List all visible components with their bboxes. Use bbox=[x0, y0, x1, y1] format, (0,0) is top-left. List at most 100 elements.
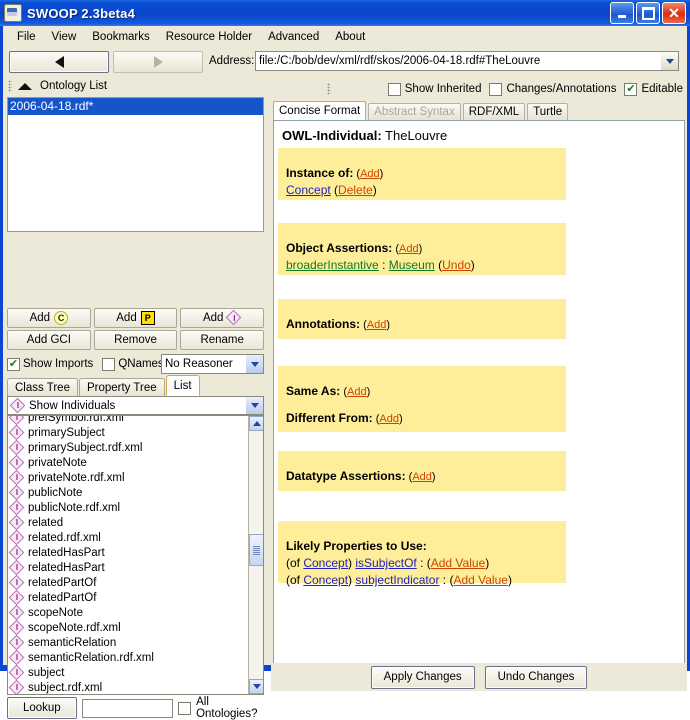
menu-advanced[interactable]: Advanced bbox=[260, 29, 327, 45]
list-item[interactable]: IprivateNote.rdf.xml bbox=[8, 470, 248, 485]
tab-concise-format[interactable]: Concise Format bbox=[273, 101, 367, 120]
tab-turtle[interactable]: Turtle bbox=[527, 103, 569, 120]
tab-rdf-xml[interactable]: RDF/XML bbox=[462, 103, 526, 120]
instance-of-add-link[interactable]: Add bbox=[360, 168, 380, 180]
likely-properties-link[interactable]: subjectIndicator bbox=[355, 573, 439, 587]
right-tab-bar: Concise Format Abstract Syntax RDF/XML T… bbox=[273, 101, 685, 120]
changes-annotations-checkbox[interactable] bbox=[489, 82, 503, 96]
show-imports-checkbox[interactable] bbox=[7, 357, 20, 371]
menu-view[interactable]: View bbox=[44, 29, 85, 45]
annotations-add-link[interactable]: Add bbox=[367, 319, 387, 331]
list-item[interactable]: Irelated.rdf.xml bbox=[8, 530, 248, 545]
likely-properties-link[interactable]: Add Value bbox=[431, 556, 486, 570]
address-field[interactable]: file:/C:/bob/dev/xml/rdf/skos/2006-04-18… bbox=[255, 51, 679, 71]
menu-about[interactable]: About bbox=[327, 29, 373, 45]
show-inherited-checkbox[interactable] bbox=[387, 82, 401, 96]
rename-button[interactable]: Rename bbox=[180, 330, 265, 350]
scroll-up-button[interactable] bbox=[249, 416, 263, 431]
datatype-assertions-title: Datatype Assertions: bbox=[286, 469, 406, 483]
qnames-checkbox[interactable] bbox=[102, 357, 116, 371]
list-item[interactable]: IprimarySubject.rdf.xml bbox=[8, 440, 248, 455]
individuals-scrollbar[interactable] bbox=[248, 416, 263, 694]
object-assertions-link[interactable]: Undo bbox=[442, 258, 471, 272]
object-assertions-link[interactable]: Museum bbox=[389, 258, 435, 272]
app-icon bbox=[4, 4, 22, 22]
list-item[interactable]: Isubject bbox=[8, 665, 248, 680]
likely-properties-link[interactable]: isSubjectOf bbox=[355, 556, 416, 570]
add-buttons-row: Add C Add P Add I bbox=[7, 308, 265, 328]
menu-bookmarks[interactable]: Bookmarks bbox=[84, 29, 158, 45]
concise-format-content: OWL-Individual: TheLouvre Instance of: (… bbox=[273, 120, 685, 665]
list-item[interactable]: IsemanticRelation bbox=[8, 635, 248, 650]
different-from-add-link[interactable]: Add bbox=[379, 413, 399, 425]
likely-properties-link[interactable]: Concept bbox=[303, 573, 348, 587]
add-class-button[interactable]: Add C bbox=[7, 308, 91, 328]
individuals-list[interactable]: IprefSymbol.rdf.xml IprimarySubject Iprima… bbox=[7, 415, 264, 695]
individual-icon: I bbox=[10, 682, 24, 694]
address-input[interactable]: file:/C:/bob/dev/xml/rdf/skos/2006-04-18… bbox=[256, 55, 661, 67]
forward-button[interactable] bbox=[113, 51, 203, 73]
list-item[interactable]: IpublicNote.rdf.xml bbox=[8, 500, 248, 515]
minimize-icon[interactable] bbox=[610, 2, 634, 24]
ontology-list[interactable]: 2006-04-18.rdf* bbox=[7, 97, 264, 232]
likely-properties-link[interactable]: Add Value bbox=[453, 573, 508, 587]
menu-bar: File View Bookmarks Resource Holder Adva… bbox=[3, 26, 687, 48]
list-item-label: publicNote.rdf.xml bbox=[28, 501, 121, 514]
list-item-label: scopeNote bbox=[28, 606, 83, 619]
list-item[interactable]: IpublicNote bbox=[8, 485, 248, 500]
list-item[interactable]: Isubject.rdf.xml bbox=[8, 680, 248, 694]
lookup-input[interactable] bbox=[81, 698, 174, 718]
tab-class-tree[interactable]: Class Tree bbox=[7, 378, 78, 396]
address-dropdown-button[interactable] bbox=[661, 52, 678, 70]
object-assertions-add-link[interactable]: Add bbox=[399, 243, 419, 255]
list-item[interactable]: IrelatedPartOf bbox=[8, 590, 248, 605]
list-item[interactable]: IprimarySubject bbox=[8, 425, 248, 440]
tab-list[interactable]: List bbox=[165, 375, 200, 396]
all-ontologies-checkbox[interactable] bbox=[178, 701, 192, 715]
list-item[interactable]: Irelated bbox=[8, 515, 248, 530]
menu-file[interactable]: File bbox=[9, 29, 44, 45]
instance-of-link[interactable]: Concept bbox=[286, 183, 331, 197]
object-assertions-link[interactable]: broaderInstantive bbox=[286, 258, 379, 272]
menu-resource-holder[interactable]: Resource Holder bbox=[158, 29, 260, 45]
remove-button[interactable]: Remove bbox=[93, 330, 178, 350]
apply-changes-button[interactable]: Apply Changes bbox=[370, 665, 475, 689]
add-individual-button[interactable]: Add I bbox=[180, 308, 265, 328]
lookup-button[interactable]: Lookup bbox=[7, 697, 77, 719]
likely-properties-link[interactable]: Concept bbox=[303, 556, 348, 570]
entity-filter-select[interactable]: I Show Individuals bbox=[7, 396, 264, 415]
editable-option[interactable]: Editable bbox=[624, 82, 683, 96]
list-item[interactable]: IrelatedPartOf bbox=[8, 575, 248, 590]
add-property-button[interactable]: Add P bbox=[93, 308, 178, 328]
add-gci-button[interactable]: Add GCI bbox=[7, 330, 91, 350]
paren-close: ) bbox=[418, 243, 423, 255]
list-item[interactable]: IprivateNote bbox=[8, 455, 248, 470]
list-item[interactable]: IscopeNote.rdf.xml bbox=[8, 620, 248, 635]
scroll-down-button[interactable] bbox=[249, 679, 263, 694]
drag-grip-icon[interactable] bbox=[8, 80, 12, 92]
same-as-different-from-add-link[interactable]: Add bbox=[347, 386, 367, 398]
client-area: File View Bookmarks Resource Holder Adva… bbox=[3, 26, 687, 720]
show-inherited-option[interactable]: Show Inherited bbox=[387, 82, 481, 96]
reasoner-select[interactable]: No Reasoner bbox=[161, 354, 264, 374]
changes-annotations-option[interactable]: Changes/Annotations bbox=[489, 82, 616, 96]
reasoner-dropdown-button[interactable] bbox=[246, 355, 263, 373]
list-item[interactable]: IrelatedHasPart bbox=[8, 545, 248, 560]
list-item[interactable]: 2006-04-18.rdf* bbox=[8, 98, 263, 115]
datatype-assertions-add-link[interactable]: Add bbox=[412, 471, 432, 483]
tab-property-tree[interactable]: Property Tree bbox=[78, 378, 165, 396]
entity-filter-dropdown-button[interactable] bbox=[246, 397, 263, 414]
maximize-icon[interactable] bbox=[636, 2, 660, 24]
editable-checkbox[interactable] bbox=[624, 82, 638, 96]
instance-of-link[interactable]: Delete bbox=[338, 183, 373, 197]
close-icon[interactable]: ✕ bbox=[662, 2, 686, 24]
scrollbar-thumb[interactable] bbox=[249, 534, 263, 566]
list-item[interactable]: IsemanticRelation.rdf.xml bbox=[8, 650, 248, 665]
tab-abstract-syntax[interactable]: Abstract Syntax bbox=[368, 103, 461, 120]
undo-changes-button[interactable]: Undo Changes bbox=[484, 665, 588, 689]
list-item[interactable]: IscopeNote bbox=[8, 605, 248, 620]
list-item[interactable]: IprefSymbol.rdf.xml bbox=[8, 416, 248, 425]
list-item[interactable]: IrelatedHasPart bbox=[8, 560, 248, 575]
triangle-up-icon[interactable] bbox=[18, 82, 32, 90]
back-button[interactable] bbox=[9, 51, 109, 73]
